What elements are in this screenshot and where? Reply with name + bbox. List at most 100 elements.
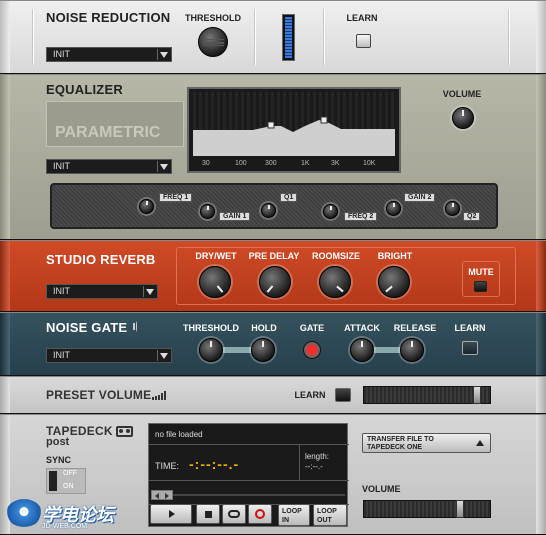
gate-threshold-label: THRESHOLD: [183, 323, 239, 333]
sync-label: SYNC: [46, 455, 72, 465]
eq-mode-panel: PARAMETRIC: [46, 101, 184, 147]
dry-wet-knob[interactable]: [199, 266, 231, 298]
noise-gate-module: NOISE GATE INIT THRESHOLD HOLD GATE ATTA…: [0, 312, 546, 376]
loop-out-label-2: OUT: [317, 517, 332, 524]
gate-learn-button[interactable]: [462, 341, 478, 355]
chevron-down-icon: [160, 164, 168, 170]
attack-label: ATTACK: [344, 323, 380, 333]
rack-rail-left: [0, 1, 10, 73]
eq-preset-dropdown[interactable]: INIT: [46, 159, 172, 174]
effects-rack: NOISE REDUCTION INIT THRESHOLD LEARN EQU…: [0, 0, 546, 535]
bright-knob[interactable]: [378, 266, 410, 298]
roomsize-knob[interactable]: [319, 266, 351, 298]
gain1-label: GAIN 1: [219, 212, 251, 221]
logo-icon: [6, 499, 42, 527]
release-knob[interactable]: [400, 338, 424, 362]
loop-in-label: LOOP: [282, 508, 302, 515]
scrub-handle[interactable]: [151, 490, 173, 500]
freq-ticks: 30 100 300 1K 3K 10K: [197, 160, 387, 172]
sync-off-label: OFF: [63, 470, 77, 477]
record-icon: [255, 509, 265, 519]
watermark-logo: 学电论坛 JD-WEB.COM: [6, 499, 134, 533]
threshold-knob[interactable]: [198, 27, 228, 57]
eq-volume-label: VOLUME: [442, 89, 482, 99]
freq-tick: 30: [202, 160, 210, 167]
freq-tick: 1K: [301, 160, 310, 167]
gate-preset-dropdown[interactable]: INIT: [46, 348, 172, 363]
eq-band-panel: FREQ 1 GAIN 1 Q1 FREQ 2 GAIN 2 Q2: [50, 183, 498, 229]
time-label: TIME:: [155, 461, 179, 471]
sync-on-label: ON: [63, 483, 74, 490]
freq-tick: 300: [265, 160, 277, 167]
learn-label: LEARN: [346, 13, 378, 23]
q1-label: Q1: [280, 193, 298, 202]
fader-handle[interactable]: [456, 500, 464, 518]
tape-icon: [116, 426, 133, 437]
learn-button[interactable]: [356, 34, 371, 48]
file-status: no file loaded: [155, 430, 203, 439]
attack-knob[interactable]: [350, 338, 374, 362]
transfer-file-dropdown[interactable]: TRANSFER FILE TO TAPEDECK ONE: [362, 433, 491, 453]
preset-volume-learn-button[interactable]: [335, 388, 351, 402]
preset-volume-learn-label: LEARN: [294, 390, 326, 400]
noise-reduction-preset-dropdown[interactable]: INIT: [46, 47, 172, 62]
freq2-knob[interactable]: [323, 204, 338, 219]
loop-in-button[interactable]: LOOP IN: [278, 504, 310, 526]
preset-volume-module: PRESET VOLUME LEARN: [0, 376, 546, 414]
level-meter: [282, 14, 295, 61]
eq-volume-knob[interactable]: [452, 107, 474, 129]
noise-reduction-module: NOISE REDUCTION INIT THRESHOLD LEARN: [0, 0, 546, 74]
stop-button[interactable]: [196, 504, 220, 524]
loop-button[interactable]: [222, 504, 246, 524]
equalizer-module: EQUALIZER PARAMETRIC INIT 30 100 300 1K …: [0, 74, 546, 240]
chevron-up-icon: [476, 440, 484, 446]
record-button[interactable]: [248, 504, 272, 524]
gate-label: GATE: [299, 323, 325, 333]
time-value: -:--:--.-: [189, 456, 240, 472]
freq-tick: 3K: [331, 160, 340, 167]
chevron-down-icon: [160, 353, 168, 359]
loop-out-button[interactable]: LOOP OUT: [313, 504, 347, 526]
preset-volume-fader[interactable]: [363, 386, 491, 404]
eq-mode-label: PARAMETRIC: [55, 124, 161, 141]
play-button[interactable]: [150, 504, 192, 524]
fader-handle[interactable]: [473, 386, 481, 404]
release-label: RELEASE: [393, 323, 437, 333]
transfer-label: TRANSFER FILE TO: [367, 436, 434, 443]
preset-value: INIT: [53, 286, 70, 296]
transfer-label-2: TAPEDECK ONE: [367, 444, 423, 451]
reverb-preset-dropdown[interactable]: INIT: [46, 284, 158, 299]
length-value: --:--.-: [305, 462, 323, 471]
q1-knob[interactable]: [261, 203, 276, 218]
tapedeck-volume-fader[interactable]: [363, 500, 491, 518]
noise-gate-title: NOISE GATE: [46, 320, 128, 335]
tapedeck-module: TAPEDECK post SYNC OFF ON no file loaded…: [0, 414, 546, 535]
volume-bars-icon: [152, 391, 168, 400]
eq-curve-display[interactable]: 30 100 300 1K 3K 10K: [187, 87, 401, 173]
freq1-knob[interactable]: [139, 199, 154, 214]
play-icon: [169, 510, 175, 518]
chevron-down-icon: [146, 289, 154, 295]
rack-rail-right: [536, 1, 546, 73]
pre-delay-knob[interactable]: [259, 266, 291, 298]
threshold-label: THRESHOLD: [185, 13, 241, 23]
freq1-label: FREQ 1: [159, 193, 193, 202]
scrub-track[interactable]: [173, 494, 345, 496]
freq-tick: 10K: [363, 160, 376, 167]
hold-knob[interactable]: [251, 338, 275, 362]
freq2-label: FREQ 2: [344, 212, 378, 221]
band1-handle: [267, 121, 275, 129]
gain2-knob[interactable]: [386, 201, 401, 216]
preset-value: INIT: [53, 161, 70, 171]
mute-button[interactable]: [474, 281, 487, 292]
preset-value: INIT: [53, 49, 70, 59]
length-label: length:: [305, 452, 330, 461]
band2-handle: [320, 116, 328, 124]
gain1-knob[interactable]: [200, 204, 215, 219]
sync-switch[interactable]: OFF ON: [46, 468, 86, 494]
bright-label: BRIGHT: [377, 251, 413, 261]
tapedeck-volume-label: VOLUME: [362, 484, 401, 494]
q2-knob[interactable]: [445, 201, 460, 216]
eq-response-curve: [193, 116, 395, 156]
gate-threshold-knob[interactable]: [199, 338, 223, 362]
